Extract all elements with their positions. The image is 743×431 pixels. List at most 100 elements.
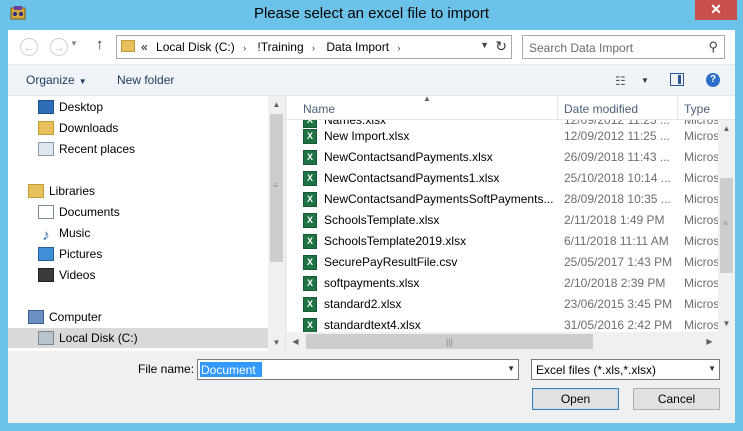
column-type-header[interactable]: Type bbox=[684, 102, 710, 116]
nav-item-recent-places[interactable]: Recent places bbox=[38, 139, 135, 159]
file-name-label: File name: bbox=[138, 362, 195, 376]
desktop-icon bbox=[38, 100, 54, 114]
file-name: standard2.xlsx bbox=[324, 297, 402, 311]
file-type-select[interactable]: Excel files (*.xls,*.xlsx) ▼ bbox=[531, 359, 720, 380]
breadcrumb-overflow[interactable]: « bbox=[141, 40, 148, 54]
scroll-left-icon[interactable]: ◀ bbox=[287, 332, 304, 351]
new-folder-button[interactable]: New folder bbox=[117, 73, 174, 87]
nav-scroll-thumb[interactable]: ≡ bbox=[270, 114, 283, 262]
nav-item-desktop[interactable]: Desktop bbox=[38, 97, 103, 117]
scroll-up-icon[interactable]: ▲ bbox=[268, 96, 285, 113]
file-date: 26/09/2018 11:43 ... bbox=[564, 150, 670, 164]
arrow-right-icon: → bbox=[53, 42, 65, 54]
up-arrow-icon[interactable]: ↑ bbox=[96, 36, 104, 53]
downloads-folder-icon bbox=[38, 121, 54, 135]
libraries-icon bbox=[28, 184, 44, 198]
file-row[interactable]: X New Import.xlsx 12/09/2012 11:25 ... Micr… bbox=[287, 126, 718, 147]
file-type: Micros bbox=[684, 150, 718, 164]
horizontal-scroll-thumb[interactable]: ||| bbox=[306, 334, 593, 349]
excel-file-icon: X bbox=[303, 171, 317, 186]
file-date: 2/10/2018 2:39 PM bbox=[564, 276, 666, 290]
file-row[interactable]: Xstandard2.xlsx 23/06/2015 3:45 PM Micros bbox=[287, 294, 718, 315]
excel-file-icon: X bbox=[303, 234, 317, 249]
grip-icon: ≡ bbox=[723, 219, 728, 228]
window-title: Please select an excel file to import bbox=[253, 5, 490, 22]
scroll-down-icon[interactable]: ▼ bbox=[718, 315, 735, 332]
chevron-down-icon[interactable]: ▼ bbox=[507, 364, 515, 373]
file-name: NewContactsandPaymentsSoftPayments... bbox=[324, 192, 554, 206]
nav-item-documents[interactable]: Documents bbox=[38, 202, 120, 222]
file-type: Micros bbox=[684, 276, 718, 290]
file-open-dialog: Please select an excel file to import ✕ … bbox=[0, 0, 743, 431]
nav-item-music[interactable]: ♪ Music bbox=[38, 223, 90, 243]
column-divider[interactable] bbox=[677, 96, 678, 120]
refresh-icon[interactable]: ↻ bbox=[495, 38, 507, 55]
file-list-scrollbar[interactable]: ▲ ≡ ▼ bbox=[718, 120, 735, 332]
chevron-right-icon[interactable]: › bbox=[243, 43, 246, 53]
grip-icon: ||| bbox=[446, 337, 454, 347]
search-input[interactable] bbox=[527, 38, 701, 58]
close-button[interactable]: ✕ bbox=[695, 0, 737, 20]
column-divider[interactable] bbox=[557, 96, 558, 120]
file-date: 23/06/2015 3:45 PM bbox=[564, 297, 673, 311]
file-name-combobox[interactable]: ▼ bbox=[197, 359, 519, 380]
address-history-dropdown[interactable]: ▼ bbox=[480, 40, 489, 50]
scroll-right-icon[interactable]: ▶ bbox=[701, 332, 718, 351]
chevron-right-icon[interactable]: › bbox=[312, 43, 315, 53]
file-row[interactable]: X NewContactsandPayments1.xlsx 25/10/2018 … bbox=[287, 168, 718, 189]
file-row[interactable]: Xsoftpayments.xlsx 2/10/2018 2:39 PM Micro… bbox=[287, 273, 718, 294]
forward-button[interactable]: → bbox=[50, 38, 68, 56]
view-dropdown[interactable]: ▼ bbox=[641, 76, 649, 85]
title-bar[interactable]: Please select an excel file to import ✕ bbox=[0, 0, 743, 30]
nav-item-local-disk[interactable]: Local Disk (C:) bbox=[8, 328, 268, 348]
file-name: NewContactsandPayments1.xlsx bbox=[324, 171, 500, 185]
breadcrumb-training[interactable]: !Training bbox=[257, 40, 303, 54]
nav-item-videos[interactable]: Videos bbox=[38, 265, 95, 285]
computer-icon bbox=[28, 310, 44, 324]
search-box[interactable]: ⚲ bbox=[522, 35, 725, 59]
nav-scrollbar[interactable]: ▲ ≡ ▼ bbox=[268, 96, 285, 351]
chevron-down-icon[interactable]: ▼ bbox=[708, 364, 716, 373]
file-row[interactable]: X NewContactsandPayments.xlsx 26/09/2018 1… bbox=[287, 147, 718, 168]
scroll-up-icon[interactable]: ▲ bbox=[718, 120, 735, 137]
videos-icon bbox=[38, 268, 54, 282]
close-icon: ✕ bbox=[710, 1, 722, 17]
breadcrumb-data-import[interactable]: Data Import bbox=[326, 40, 389, 54]
toolbar: Organize ▼ New folder ☷ ▼ ? bbox=[8, 64, 735, 96]
file-type: Micros bbox=[684, 129, 718, 143]
breadcrumb-local-disk[interactable]: Local Disk (C:) bbox=[156, 40, 235, 54]
nav-item-downloads[interactable]: Downloads bbox=[38, 118, 118, 138]
nav-item-computer[interactable]: Computer bbox=[28, 307, 102, 327]
back-button[interactable]: ← bbox=[20, 38, 38, 56]
horizontal-scrollbar[interactable]: ◀ ||| ▶ bbox=[287, 332, 718, 351]
file-row[interactable]: X SecurePayResultFile.csv 25/05/2017 1:43 … bbox=[287, 252, 718, 273]
file-row[interactable]: X SchoolsTemplate.xlsx 2/11/2018 1:49 PM Mi… bbox=[287, 210, 718, 231]
chevron-right-icon[interactable]: › bbox=[397, 43, 400, 53]
excel-file-icon: X bbox=[303, 318, 317, 332]
column-name-header[interactable]: Name bbox=[303, 102, 335, 116]
view-options-icon[interactable]: ☷ bbox=[615, 74, 626, 88]
file-row[interactable]: Xstandardtext4.xlsx 31/05/2016 2:42 PM Mic… bbox=[287, 315, 718, 332]
pictures-icon bbox=[38, 247, 54, 261]
nav-item-pictures[interactable]: Pictures bbox=[38, 244, 102, 264]
nav-item-libraries[interactable]: Libraries bbox=[28, 181, 95, 201]
nav-item-label: Downloads bbox=[59, 121, 119, 135]
file-name-input[interactable] bbox=[200, 362, 262, 377]
scroll-down-icon[interactable]: ▼ bbox=[268, 334, 285, 351]
cancel-button[interactable]: Cancel bbox=[633, 388, 720, 410]
nav-item-label: Recent places bbox=[59, 142, 136, 156]
file-row[interactable]: X SchoolsTemplate2019.xlsx 6/11/2018 11:11… bbox=[287, 231, 718, 252]
preview-pane-icon[interactable] bbox=[670, 73, 684, 86]
help-icon[interactable]: ? bbox=[706, 73, 720, 87]
recent-locations-dropdown[interactable]: ▼ bbox=[70, 39, 78, 48]
file-scroll-thumb[interactable]: ≡ bbox=[720, 178, 733, 273]
file-date: 6/11/2018 11:11 AM bbox=[564, 234, 669, 248]
open-button[interactable]: Open bbox=[532, 388, 619, 410]
search-icon[interactable]: ⚲ bbox=[708, 39, 718, 55]
file-name: SecurePayResultFile.csv bbox=[324, 255, 458, 269]
navigation-pane: Desktop Downloads Recent places Librarie… bbox=[8, 96, 286, 351]
address-bar[interactable]: « Local Disk (C:) › !Training › Data Imp… bbox=[116, 35, 512, 59]
file-row[interactable]: X NewContactsandPaymentsSoftPayments... 28… bbox=[287, 189, 718, 210]
organize-button[interactable]: Organize ▼ bbox=[26, 73, 87, 87]
column-date-header[interactable]: Date modified bbox=[564, 102, 638, 116]
